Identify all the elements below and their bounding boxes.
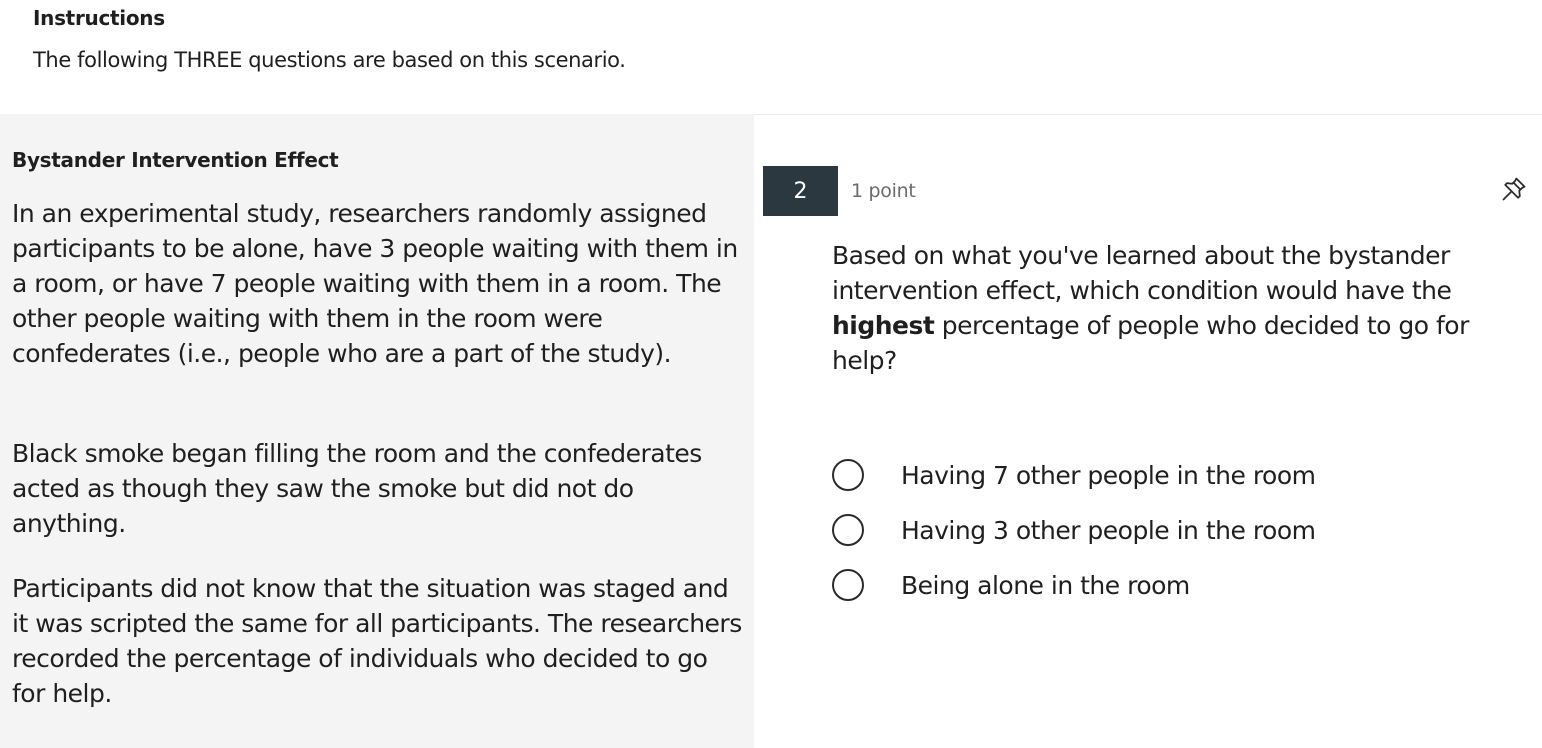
answer-option-3[interactable]: Being alone in the room <box>832 565 1432 605</box>
answer-option-2[interactable]: Having 3 other people in the room <box>832 510 1432 550</box>
answer-option-label: Being alone in the room <box>901 570 1190 600</box>
radio-button[interactable] <box>832 514 864 546</box>
question-number: 2 <box>763 166 838 216</box>
answer-option-label: Having 3 other people in the room <box>901 515 1316 545</box>
radio-button[interactable] <box>832 459 864 491</box>
instructions-section: Instructions The following THREE questio… <box>0 0 1542 114</box>
scenario-paragraph: Black smoke began filling the room and t… <box>12 439 702 538</box>
answer-option-label: Having 7 other people in the room <box>901 460 1316 490</box>
question-points: 1 point <box>851 180 916 202</box>
scenario-paragraph: Participants did not know that the situa… <box>12 574 742 708</box>
question-text: Based on what you've learned about the b… <box>832 238 1522 378</box>
question-text-start: Based on what you've learned about the b… <box>832 241 1452 305</box>
radio-button[interactable] <box>832 569 864 601</box>
scenario-title: Bystander Intervention Effect <box>12 148 339 172</box>
question-text-emphasis: highest <box>832 311 935 340</box>
pin-icon[interactable] <box>1500 175 1528 203</box>
scenario-paragraph: In an experimental study, researchers ra… <box>12 199 738 368</box>
scenario-panel: Bystander Intervention Effect In an expe… <box>0 114 754 748</box>
question-area: 2 1 point Based on what you've learned a… <box>754 115 1542 748</box>
answer-option-1[interactable]: Having 7 other people in the room <box>832 455 1432 495</box>
instructions-text: The following THREE questions are based … <box>33 48 626 72</box>
instructions-heading: Instructions <box>33 6 165 30</box>
